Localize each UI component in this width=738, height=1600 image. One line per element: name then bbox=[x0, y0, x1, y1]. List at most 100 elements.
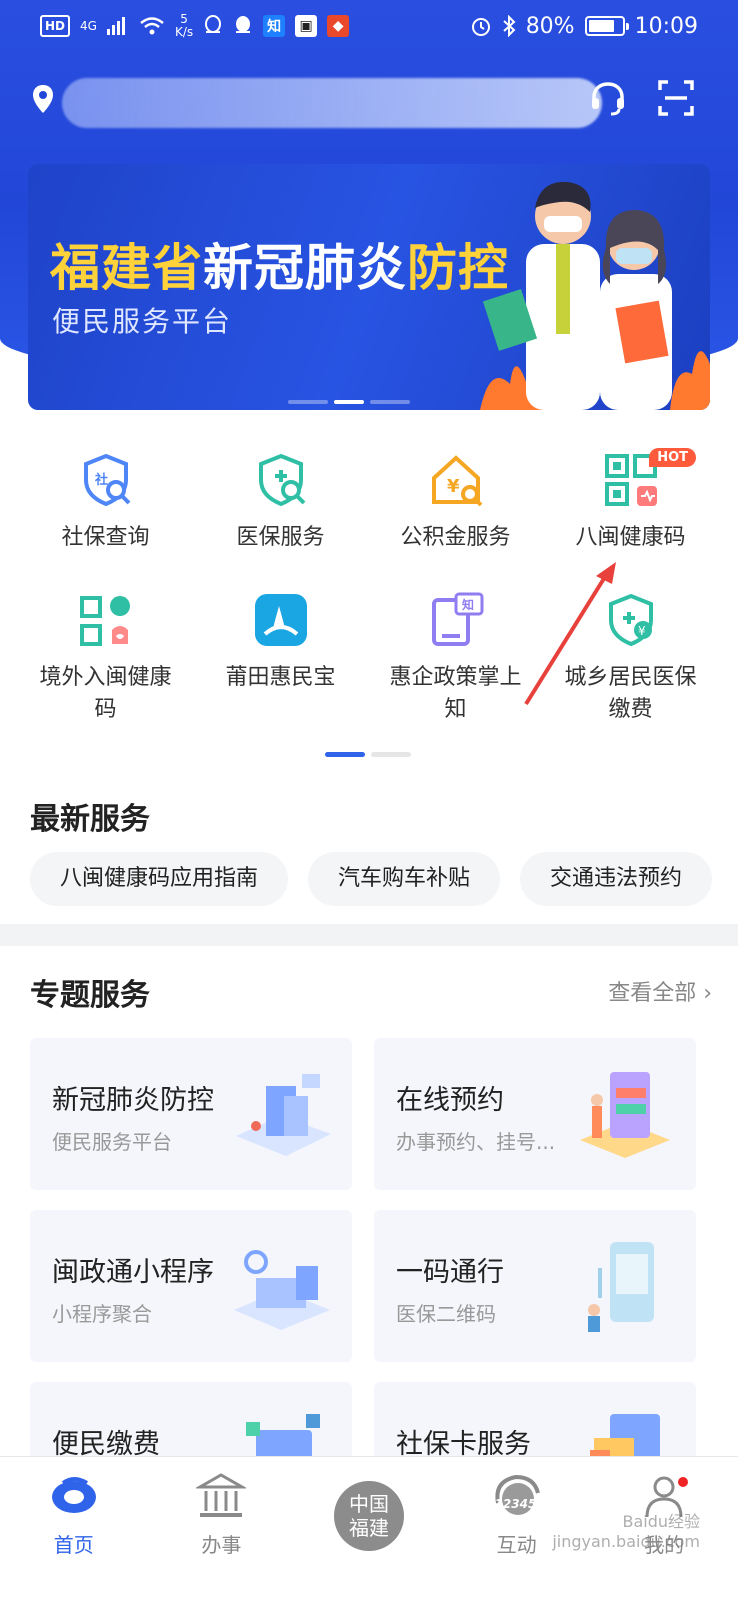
service-item-putian[interactable]: 莆田惠民宝 bbox=[193, 590, 368, 726]
banner-dot bbox=[370, 400, 410, 404]
grid-page-indicator bbox=[325, 752, 411, 757]
search-input[interactable] bbox=[62, 78, 602, 128]
chip-traffic-violation[interactable]: 交通违法预约 bbox=[520, 852, 713, 906]
headset-icon[interactable] bbox=[588, 78, 628, 118]
card-subtitle: 便民服务平台 bbox=[52, 1130, 172, 1154]
topic-card-appointment[interactable]: 在线预约 办事预约、挂号... bbox=[374, 1038, 696, 1190]
home-logo-icon bbox=[51, 1477, 96, 1513]
service-item-housing-fund[interactable]: ¥ 公积金服务 bbox=[368, 450, 543, 554]
alarm-icon bbox=[471, 18, 490, 36]
page-dot bbox=[371, 752, 411, 757]
location-pin-icon[interactable] bbox=[28, 81, 58, 121]
qq-icon bbox=[205, 15, 222, 33]
seal-line2: 福建 bbox=[348, 1516, 389, 1540]
clock: 10:09 bbox=[634, 13, 698, 39]
topic-card-covid[interactable]: 新冠肺炎防控 便民服务平台 bbox=[30, 1038, 352, 1190]
hotline-12345-icon bbox=[494, 1474, 540, 1515]
card-subtitle: 小程序聚合 bbox=[52, 1302, 152, 1326]
chip-car-subsidy[interactable]: 汽车购车补贴 bbox=[308, 852, 501, 906]
app-icon: ◆ bbox=[327, 15, 350, 37]
latest-services-title: 最新服务 bbox=[30, 802, 150, 837]
annotation-arrow bbox=[524, 562, 616, 706]
service-label: 莆田惠民宝 bbox=[225, 665, 336, 690]
status-bar: HD 4G 5 K/s 知 ▣ ◆ 80% 10:09 bbox=[0, 0, 738, 52]
scan-icon[interactable] bbox=[656, 78, 696, 118]
service-item-health-code[interactable]: HOT 八闽健康码 bbox=[543, 448, 718, 554]
service-label: 医保服务 bbox=[236, 525, 325, 550]
battery-icon bbox=[584, 16, 629, 36]
chip-health-code-guide[interactable]: 八闽健康码应用指南 bbox=[30, 852, 289, 906]
status-left: HD 4G 5 K/s 知 ▣ ◆ bbox=[40, 13, 350, 39]
service-item-policy[interactable]: 知 惠企政策掌上知 bbox=[368, 590, 543, 726]
banner-dot-active bbox=[334, 400, 364, 404]
hotline-number: 12345 bbox=[494, 1497, 537, 1511]
service-item-social-security[interactable]: 社 社保查询 bbox=[18, 450, 193, 554]
status-right: 80% 10:09 bbox=[470, 14, 698, 39]
overseas-health-code-icon bbox=[79, 596, 130, 646]
net-speed: 5 K/s bbox=[175, 13, 193, 39]
seal-line1: 中国 bbox=[348, 1492, 389, 1516]
watermark-line2: jingyan.baidu.com bbox=[552, 1532, 700, 1551]
net-speed-value: 5 bbox=[180, 12, 188, 26]
card-title: 一码通行 bbox=[396, 1257, 504, 1288]
svg-text:知: 知 bbox=[461, 597, 474, 612]
tab-affairs[interactable]: 办事 bbox=[161, 1473, 281, 1600]
see-all-link[interactable]: 查看全部 › bbox=[608, 975, 712, 1007]
zhihu-icon: 知 bbox=[263, 15, 286, 37]
medical-insurance-icon bbox=[258, 453, 305, 507]
banner-title: 福建省新冠肺炎防控 bbox=[50, 228, 509, 300]
svg-text:社: 社 bbox=[94, 472, 108, 488]
svg-text:¥: ¥ bbox=[447, 476, 460, 497]
service-label: 八闽健康码 bbox=[575, 525, 686, 550]
card-title: 新冠肺炎防控 bbox=[52, 1085, 214, 1116]
hospital-illustration bbox=[236, 1074, 331, 1156]
banner-title-part2: 新冠肺炎 bbox=[203, 239, 407, 297]
network-indicator: 4G bbox=[80, 19, 97, 33]
banner-subtitle: 便民服务平台 bbox=[52, 305, 233, 338]
service-label: 社保查询 bbox=[61, 525, 150, 550]
bluetooth-icon bbox=[503, 15, 516, 37]
service-item-overseas-health-code[interactable]: 境外入闽健康码 bbox=[18, 590, 193, 726]
card-subtitle: 办事预约、挂号... bbox=[396, 1130, 556, 1154]
watermark-line1: Baidu经验 bbox=[622, 1512, 700, 1531]
service-item-medical-insurance[interactable]: 医保服务 bbox=[193, 450, 368, 554]
banner-pagination bbox=[288, 400, 410, 404]
doctors-illustration bbox=[480, 181, 710, 410]
topic-card-one-code-pass[interactable]: 一码通行 医保二维码 bbox=[374, 1210, 696, 1362]
putian-app-icon bbox=[254, 594, 307, 646]
news-icon: ▣ bbox=[295, 15, 318, 37]
wifi-icon bbox=[140, 17, 164, 35]
signal-icon bbox=[106, 17, 125, 35]
latest-services-chips: 八闽健康码应用指南 汽车购车补贴 交通违法预约 bbox=[30, 852, 713, 906]
section-divider bbox=[0, 924, 738, 946]
tab-china-fujian[interactable]: 中国 福建 bbox=[309, 1473, 429, 1600]
qq-icon-2 bbox=[236, 16, 251, 33]
service-label: 境外入闽健康码 bbox=[39, 665, 172, 722]
baidu-watermark: Baidu经验 jingyan.baidu.com bbox=[552, 1512, 700, 1552]
promo-banner[interactable]: 福建省新冠肺炎防控 便民服务平台 bbox=[28, 164, 710, 410]
hd-badge: HD bbox=[40, 15, 71, 37]
banner-title-part1: 福建省 bbox=[50, 239, 203, 297]
tab-label: 互动 bbox=[496, 1533, 537, 1557]
card-title: 在线预约 bbox=[396, 1085, 504, 1116]
mini-program-illustration bbox=[234, 1250, 330, 1330]
tab-home[interactable]: 首页 bbox=[14, 1473, 134, 1600]
service-label: 惠企政策掌上知 bbox=[389, 665, 522, 722]
social-security-search-icon: 社 bbox=[83, 453, 130, 507]
qr-phone-illustration bbox=[588, 1242, 654, 1332]
tab-label: 首页 bbox=[53, 1533, 94, 1557]
svg-text:¥: ¥ bbox=[638, 624, 646, 638]
service-label: 公积金服务 bbox=[400, 525, 511, 550]
hot-badge: HOT bbox=[649, 448, 696, 467]
government-building-icon bbox=[196, 1473, 247, 1517]
card-title: 闽政通小程序 bbox=[52, 1257, 214, 1288]
card-subtitle: 医保二维码 bbox=[396, 1302, 496, 1326]
banner-dot bbox=[288, 400, 328, 404]
topic-card-mini-program[interactable]: 闽政通小程序 小程序聚合 bbox=[30, 1210, 352, 1362]
china-fujian-seal-icon: 中国 福建 bbox=[333, 1481, 404, 1551]
policy-knowledge-icon: 知 bbox=[431, 592, 483, 646]
battery-percent: 80% bbox=[525, 13, 575, 39]
tab-label: 办事 bbox=[201, 1533, 242, 1557]
housing-fund-icon: ¥ bbox=[431, 455, 482, 507]
topic-services-title: 专题服务 bbox=[30, 978, 150, 1013]
